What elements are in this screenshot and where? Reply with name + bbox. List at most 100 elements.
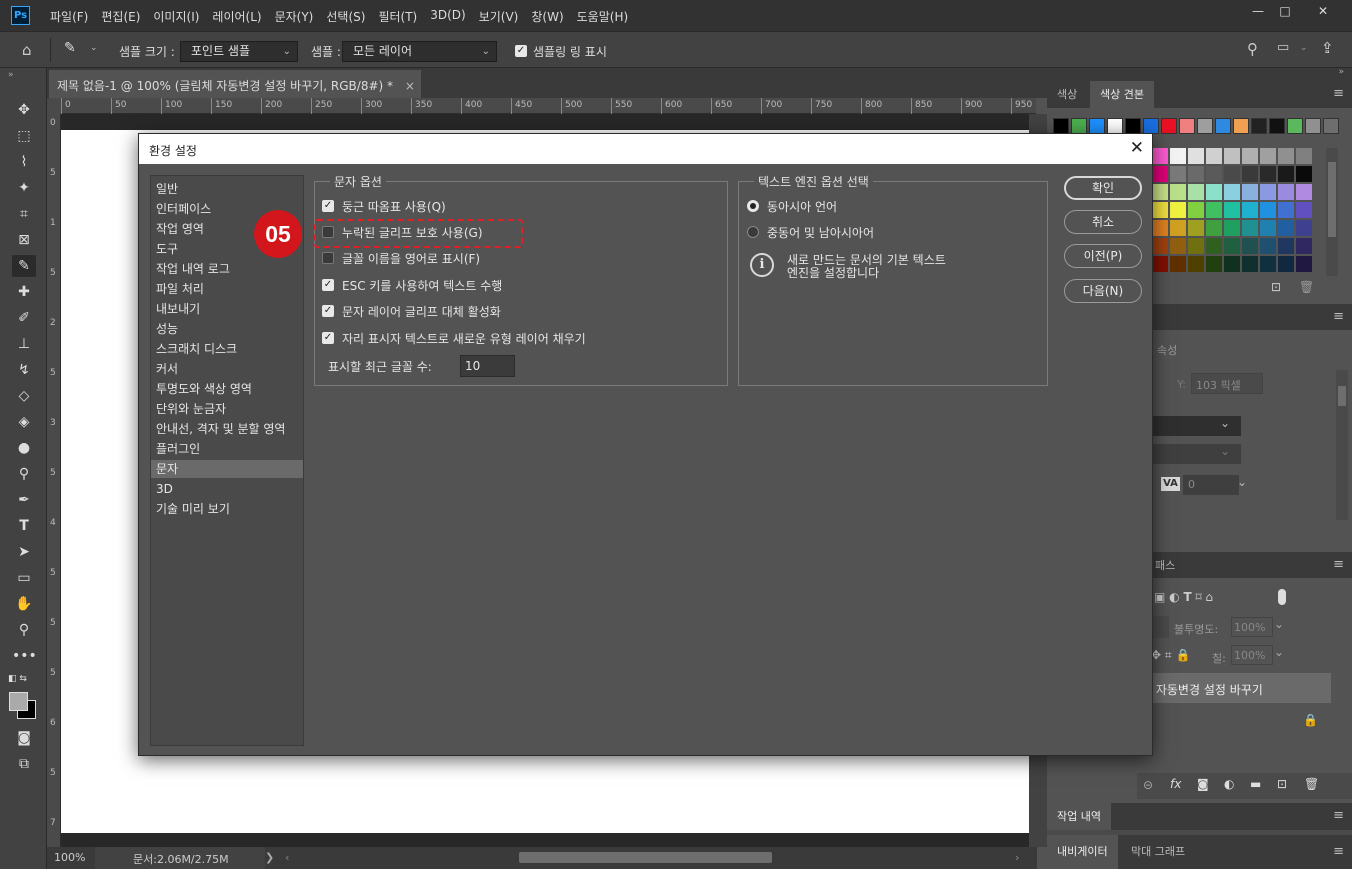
panel-menu-icon[interactable]: ≡	[1333, 309, 1344, 324]
chevron-down-icon[interactable]: ⌄	[90, 43, 98, 53]
color-swatch[interactable]	[1260, 184, 1276, 200]
scroll-right-icon[interactable]: ›	[1015, 851, 1019, 864]
tracking-select[interactable]: 0	[1183, 475, 1239, 495]
color-swatch[interactable]	[1278, 202, 1294, 218]
smart-quotes-checkbox[interactable]: ✓	[322, 200, 334, 212]
rectangle-tool-icon[interactable]: ▭	[12, 567, 36, 589]
mask-icon[interactable]: ◙	[1197, 777, 1209, 791]
chevron-down-icon[interactable]: ⌄	[1274, 645, 1288, 665]
color-swatch[interactable]	[1170, 238, 1186, 254]
color-swatch[interactable]	[1296, 202, 1312, 218]
color-swatch[interactable]	[1161, 118, 1177, 134]
chevron-down-icon[interactable]: ⌄	[1209, 416, 1241, 436]
eyedropper-tool-icon[interactable]: ✎	[12, 255, 36, 277]
menu-item[interactable]: 편집(E)	[101, 8, 140, 25]
color-swatch[interactable]	[1152, 202, 1168, 218]
color-swatch[interactable]	[1296, 148, 1312, 164]
color-swatch[interactable]	[1233, 118, 1249, 134]
folder-icon[interactable]: ▬	[1250, 777, 1261, 791]
color-swatch[interactable]	[1152, 148, 1168, 164]
color-swatch[interactable]	[1206, 238, 1222, 254]
screen-mode-icon[interactable]: ⧉	[12, 753, 36, 775]
more-tools-icon[interactable]: •••	[12, 645, 37, 667]
adjustment-icon[interactable]: ◐	[1224, 777, 1234, 791]
color-swatch[interactable]	[1296, 220, 1312, 236]
search-icon[interactable]: ⚲	[1247, 40, 1258, 58]
history-brush-tool-icon[interactable]: ↯	[12, 359, 36, 381]
color-swatch[interactable]	[1053, 118, 1069, 134]
color-swatch[interactable]	[1278, 220, 1294, 236]
color-swatch[interactable]	[1269, 118, 1285, 134]
color-swatch[interactable]	[1224, 238, 1240, 254]
glyph-substitution-checkbox[interactable]: ✓	[322, 305, 334, 317]
category-item[interactable]: 스크래치 디스크	[151, 340, 303, 358]
status-menu-arrow[interactable]: ❯	[265, 851, 274, 864]
properties-tab[interactable]: 속성	[1157, 342, 1177, 358]
color-swatch[interactable]	[1107, 118, 1123, 134]
sample-select[interactable]: 모든 레이어 ⌄	[342, 41, 497, 62]
recent-fonts-input[interactable]: 10	[460, 355, 515, 377]
esc-commit-checkbox[interactable]: ✓	[322, 279, 334, 291]
color-swatch[interactable]	[1242, 184, 1258, 200]
swatch-scrollbar[interactable]	[1326, 148, 1338, 276]
fx-icon[interactable]: fx	[1170, 777, 1181, 791]
color-swatch[interactable]	[1296, 238, 1312, 254]
chevron-down-icon[interactable]: ⌄	[1274, 617, 1288, 637]
menu-item[interactable]: 필터(T)	[378, 8, 417, 25]
close-window-button[interactable]: ✕	[1306, 0, 1340, 22]
collapse-icon[interactable]: »	[8, 70, 14, 80]
layer-filter-icons[interactable]: ▣ ◐ T ⌑ ⌂	[1154, 590, 1213, 604]
horizontal-scrollbar-thumb[interactable]	[519, 852, 772, 863]
color-swatch[interactable]	[1188, 202, 1204, 218]
color-swatch[interactable]	[1188, 148, 1204, 164]
lock-icons[interactable]: ✥ ⌗ 🔒	[1151, 648, 1190, 663]
color-swatch[interactable]	[1215, 118, 1231, 134]
fill-field[interactable]: 100%	[1231, 645, 1273, 665]
menu-item[interactable]: 레이어(L)	[212, 8, 261, 25]
menu-item[interactable]: 창(W)	[531, 8, 563, 25]
color-swatch[interactable]	[1296, 256, 1312, 272]
marquee-tool-icon[interactable]: ⬚	[12, 125, 36, 147]
color-swatch[interactable]	[1170, 256, 1186, 272]
opacity-field[interactable]: 100%	[1231, 617, 1273, 637]
next-button[interactable]: 다음(N)	[1064, 279, 1142, 303]
color-swatch[interactable]	[1278, 256, 1294, 272]
color-swatch[interactable]	[1260, 148, 1276, 164]
color-swatch[interactable]	[1242, 220, 1258, 236]
color-swatch[interactable]	[1188, 238, 1204, 254]
menu-item[interactable]: 보기(V)	[479, 8, 519, 25]
tab-histogram[interactable]: 막대 그래프	[1121, 835, 1195, 869]
quick-mask-icon[interactable]: ◙	[12, 727, 36, 749]
category-item[interactable]: 투명도와 색상 영역	[151, 380, 303, 398]
link-icon[interactable]: ⊝	[1143, 778, 1153, 792]
category-item[interactable]: 파일 처리	[151, 280, 303, 298]
color-swatch[interactable]	[1206, 166, 1222, 182]
default-colors-icon[interactable]: ◧ ⇆	[8, 674, 27, 684]
stamp-tool-icon[interactable]: ⊥	[12, 333, 36, 355]
share-icon[interactable]: ⇪	[1321, 39, 1334, 57]
category-item[interactable]: 3D	[151, 480, 303, 498]
color-swatch[interactable]	[1260, 220, 1276, 236]
color-swatch[interactable]	[1278, 148, 1294, 164]
category-item[interactable]: 단위와 눈금자	[151, 400, 303, 418]
trash-icon[interactable]: 🗑	[1304, 777, 1319, 791]
properties-scrollbar-thumb[interactable]	[1338, 386, 1346, 406]
color-swatch[interactable]	[1143, 118, 1159, 134]
category-item[interactable]: 작업 내역 로그	[151, 260, 303, 278]
paint-bucket-tool-icon[interactable]: ◈	[12, 411, 36, 433]
color-swatch[interactable]	[1152, 220, 1168, 236]
color-swatch[interactable]	[1251, 118, 1267, 134]
color-swatch[interactable]	[1260, 202, 1276, 218]
panel-menu-icon[interactable]: ≡	[1333, 557, 1344, 572]
category-item[interactable]: 문자	[151, 460, 303, 478]
tab-color[interactable]: 색상	[1047, 81, 1087, 108]
color-swatch[interactable]	[1197, 118, 1213, 134]
collapse-icon[interactable]: »	[1338, 67, 1344, 77]
category-item[interactable]: 안내선, 격자 및 분할 영역	[151, 420, 303, 438]
panel-menu-icon[interactable]: ≡	[1333, 844, 1344, 859]
color-swatch[interactable]	[1170, 184, 1186, 200]
color-swatch[interactable]	[1323, 118, 1339, 134]
foreground-color-swatch[interactable]	[9, 692, 28, 711]
color-swatch[interactable]	[1188, 166, 1204, 182]
color-swatch[interactable]	[1089, 118, 1105, 134]
